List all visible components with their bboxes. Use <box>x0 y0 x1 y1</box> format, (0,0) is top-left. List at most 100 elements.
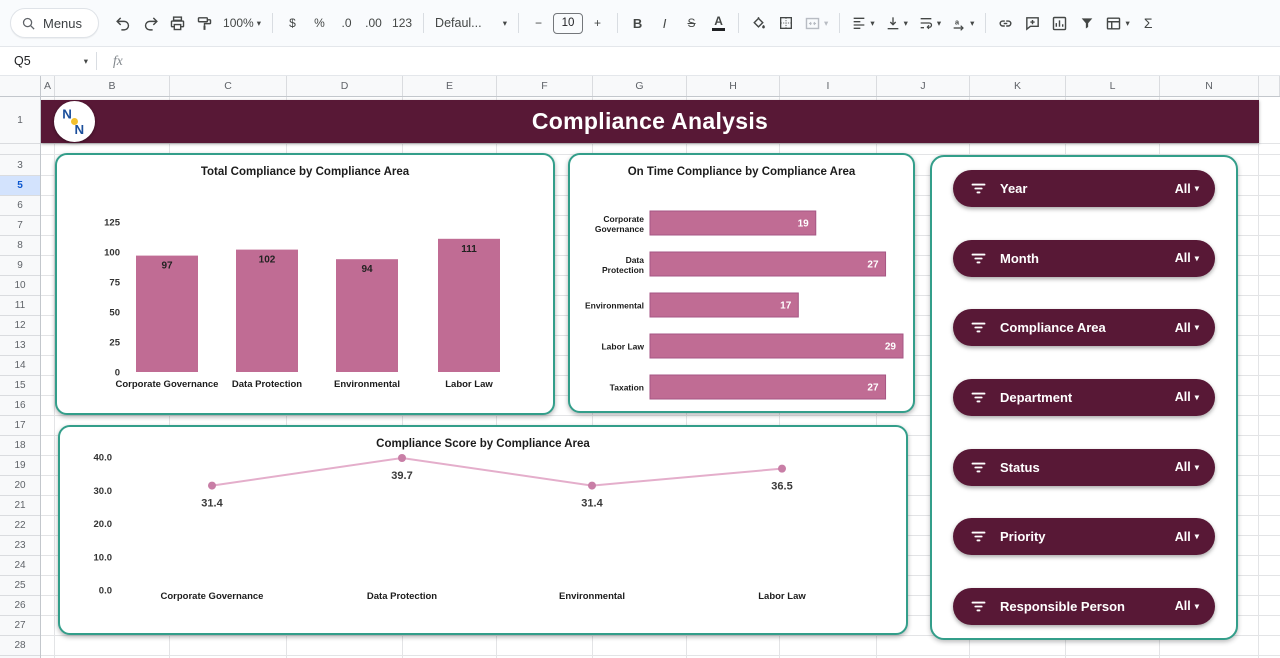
decrease-decimal-button[interactable]: .0 <box>334 10 359 37</box>
slicer-value-dropdown[interactable]: All▾ <box>1175 599 1199 613</box>
slicer-label: Compliance Area <box>1000 320 1175 335</box>
slicer-compliance-area[interactable]: Compliance AreaAll▾ <box>953 309 1215 346</box>
gridline <box>41 143 1280 144</box>
increase-font-size-button[interactable]: + <box>585 10 610 37</box>
row-header-21[interactable]: 21 <box>0 496 40 516</box>
row-header-11[interactable]: 11 <box>0 296 40 316</box>
number-format-button[interactable]: 123 <box>388 10 416 37</box>
row-header-12[interactable]: 12 <box>0 316 40 336</box>
slicer-value-dropdown[interactable]: All▾ <box>1175 251 1199 265</box>
row-header-15[interactable]: 15 <box>0 376 40 396</box>
column-header-L[interactable]: L <box>1066 76 1160 96</box>
category-label: Governance <box>595 224 644 234</box>
spreadsheet-grid[interactable]: N N Compliance Analysis Total Compliance… <box>41 97 1280 658</box>
column-header-K[interactable]: K <box>970 76 1066 96</box>
font-size-input[interactable]: 10 <box>553 13 583 34</box>
row-header-16[interactable]: 16 <box>0 396 40 416</box>
fill-color-button[interactable] <box>746 10 771 37</box>
row-header-24[interactable]: 24 <box>0 556 40 576</box>
row-header-2[interactable] <box>0 144 40 155</box>
print-button[interactable] <box>165 10 190 37</box>
slicer-value-dropdown[interactable]: All▾ <box>1175 390 1199 404</box>
slicer-month[interactable]: MonthAll▾ <box>953 240 1215 277</box>
text-rotation-button[interactable]: a▾ <box>947 10 978 37</box>
row-header-26[interactable]: 26 <box>0 596 40 616</box>
row-header-9[interactable]: 9 <box>0 256 40 276</box>
paint-format-button[interactable] <box>192 10 217 37</box>
select-all-corner[interactable] <box>0 76 41 97</box>
sheet-views-button[interactable]: ▾ <box>1101 10 1133 37</box>
undo-button[interactable] <box>111 10 136 37</box>
font-select[interactable]: Defaul...▾ <box>431 10 511 37</box>
column-header-J[interactable]: J <box>877 76 970 96</box>
category-label: Environmental <box>585 301 644 311</box>
currency-format-button[interactable]: $ <box>280 10 305 37</box>
row-header-1[interactable]: 1 <box>0 97 40 144</box>
vertical-align-button[interactable]: ▾ <box>881 10 912 37</box>
slicer-value-dropdown[interactable]: All▾ <box>1175 530 1199 544</box>
create-filter-button[interactable] <box>1074 10 1099 37</box>
slicer-year[interactable]: YearAll▾ <box>953 170 1215 207</box>
increase-decimal-button[interactable]: .00 <box>361 10 386 37</box>
text-color-button[interactable]: A <box>706 10 731 37</box>
menus-search[interactable]: Menus <box>10 8 99 38</box>
row-header-23[interactable]: 23 <box>0 536 40 556</box>
row-header-6[interactable]: 6 <box>0 196 40 216</box>
insert-link-button[interactable] <box>993 10 1018 37</box>
formula-input[interactable] <box>123 47 1280 75</box>
merge-cells-button[interactable]: ▾ <box>800 10 832 37</box>
row-header-19[interactable]: 19 <box>0 456 40 476</box>
column-header-H[interactable]: H <box>687 76 780 96</box>
row-header-14[interactable]: 14 <box>0 356 40 376</box>
chart-ontime-compliance[interactable]: On Time Compliance by Compliance Area 19… <box>568 153 915 413</box>
slicer-value-dropdown[interactable]: All▾ <box>1175 321 1199 335</box>
percent-format-button[interactable]: % <box>307 10 332 37</box>
row-header-13[interactable]: 13 <box>0 336 40 356</box>
slicer-value-dropdown[interactable]: All▾ <box>1175 460 1199 474</box>
bold-button[interactable]: B <box>625 10 650 37</box>
row-header-7[interactable]: 7 <box>0 216 40 236</box>
column-header-N[interactable]: N <box>1160 76 1259 96</box>
row-header-28[interactable]: 28 <box>0 636 40 656</box>
functions-button[interactable]: Σ <box>1136 10 1161 37</box>
column-header-D[interactable]: D <box>287 76 403 96</box>
row-header-25[interactable]: 25 <box>0 576 40 596</box>
row-header-18[interactable]: 18 <box>0 436 40 456</box>
chart-compliance-score[interactable]: Compliance Score by Compliance Area 0.01… <box>58 425 908 635</box>
column-header-C[interactable]: C <box>170 76 287 96</box>
row-header-27[interactable]: 27 <box>0 616 40 636</box>
column-header-E[interactable]: E <box>403 76 497 96</box>
category-label: Taxation <box>610 383 644 393</box>
row-header-10[interactable]: 10 <box>0 276 40 296</box>
italic-button[interactable]: I <box>652 10 677 37</box>
insert-comment-button[interactable] <box>1020 10 1045 37</box>
column-header-B[interactable]: B <box>55 76 170 96</box>
zoom-select[interactable]: 100%▾ <box>219 10 265 37</box>
slicer-value-dropdown[interactable]: All▾ <box>1175 182 1199 196</box>
text-wrap-button[interactable]: ▾ <box>914 10 945 37</box>
row-header-20[interactable]: 20 <box>0 476 40 496</box>
decrease-font-size-button[interactable]: − <box>526 10 551 37</box>
print-icon <box>169 15 186 32</box>
chevron-down-icon: ▾ <box>84 56 88 67</box>
column-header-F[interactable]: F <box>497 76 593 96</box>
column-header-G[interactable]: G <box>593 76 687 96</box>
slicer-department[interactable]: DepartmentAll▾ <box>953 379 1215 416</box>
row-header-22[interactable]: 22 <box>0 516 40 536</box>
slicer-priority[interactable]: PriorityAll▾ <box>953 518 1215 555</box>
row-header-17[interactable]: 17 <box>0 416 40 436</box>
column-header-A[interactable]: A <box>41 76 55 96</box>
row-header-3[interactable]: 3 <box>0 155 40 176</box>
horizontal-align-button[interactable]: ▾ <box>847 10 878 37</box>
chart-total-compliance[interactable]: Total Compliance by Compliance Area 0255… <box>55 153 555 415</box>
strikethrough-button[interactable]: S <box>679 10 704 37</box>
slicer-responsible-person[interactable]: Responsible PersonAll▾ <box>953 588 1215 625</box>
column-header-I[interactable]: I <box>780 76 877 96</box>
row-header-5[interactable]: 5 <box>0 176 40 196</box>
borders-button[interactable] <box>773 10 798 37</box>
cell-name-box[interactable]: Q5 ▾ <box>0 47 96 75</box>
slicer-status[interactable]: StatusAll▾ <box>953 449 1215 486</box>
redo-button[interactable] <box>138 10 163 37</box>
insert-chart-button[interactable] <box>1047 10 1072 37</box>
row-header-8[interactable]: 8 <box>0 236 40 256</box>
